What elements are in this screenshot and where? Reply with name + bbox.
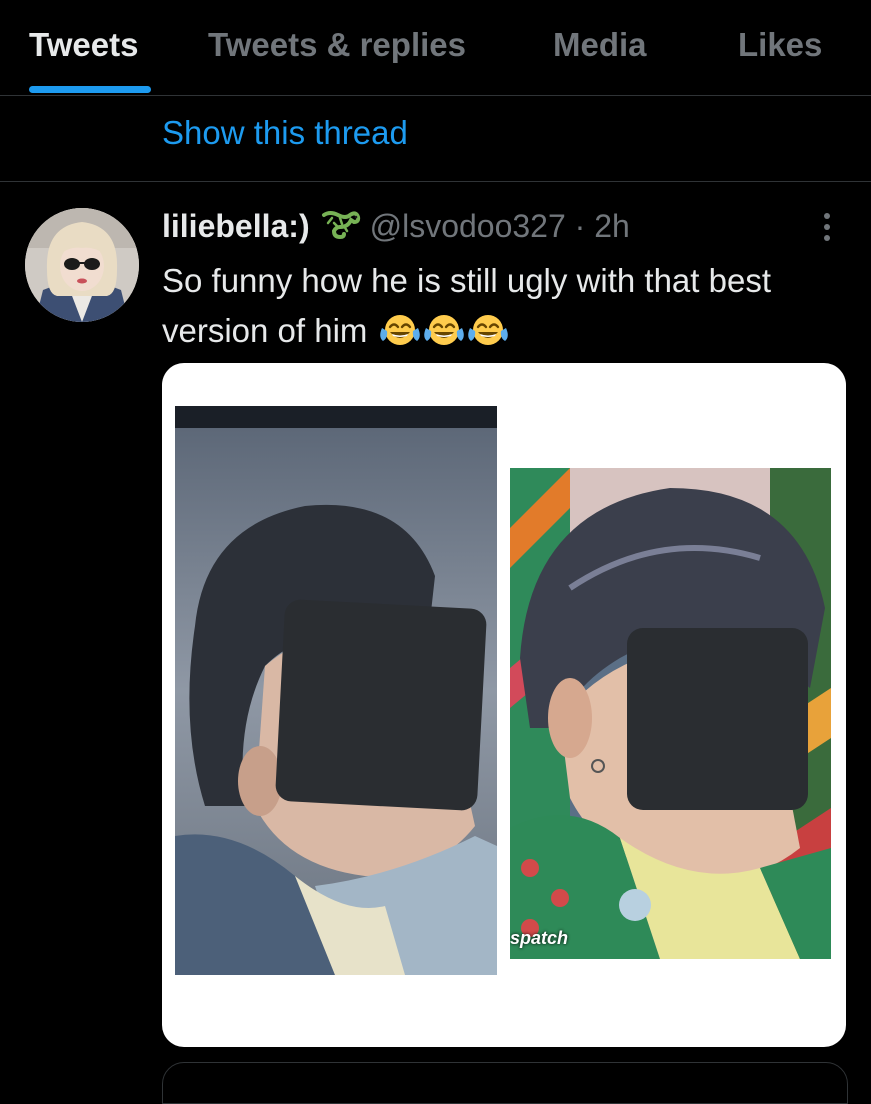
meta-separator: · <box>574 208 586 244</box>
next-media-card-edge <box>162 1062 848 1104</box>
media-watermark: spatch <box>510 928 569 948</box>
face-with-tears-of-joy-icon <box>379 311 421 363</box>
tab-tweets-and-replies[interactable]: Tweets & replies <box>208 26 466 64</box>
thread-row: Show this thread <box>0 96 871 182</box>
tweet-media[interactable]: spatch <box>162 363 846 1047</box>
avatar-photo <box>25 208 139 322</box>
tweet-header: liliebella:) @lsvodoo327 · 2h <box>162 208 630 250</box>
lizard-icon <box>320 209 362 251</box>
face-censor-block <box>274 598 488 812</box>
more-options-icon[interactable] <box>812 210 842 244</box>
show-thread-link[interactable]: Show this thread <box>162 114 408 152</box>
tab-media[interactable]: Media <box>553 26 647 64</box>
display-name[interactable]: liliebella:) <box>162 208 310 244</box>
media-photo-left <box>175 406 497 975</box>
avatar[interactable] <box>25 208 139 322</box>
tweet-timestamp[interactable]: 2h <box>594 208 630 244</box>
face-with-tears-of-joy-icon <box>467 311 509 363</box>
tweet-body: So funny how he is still ugly with that … <box>162 256 822 363</box>
active-tab-indicator <box>29 86 151 93</box>
media-photo-right: spatch <box>510 468 831 959</box>
face-with-tears-of-joy-icon <box>423 311 465 363</box>
tab-tweets[interactable]: Tweets <box>29 26 138 64</box>
tab-likes[interactable]: Likes <box>738 26 822 64</box>
profile-tabs: Tweets Tweets & replies Media Likes <box>0 0 871 96</box>
face-censor-block <box>627 628 808 810</box>
user-handle[interactable]: @lsvodoo327 <box>370 208 566 244</box>
